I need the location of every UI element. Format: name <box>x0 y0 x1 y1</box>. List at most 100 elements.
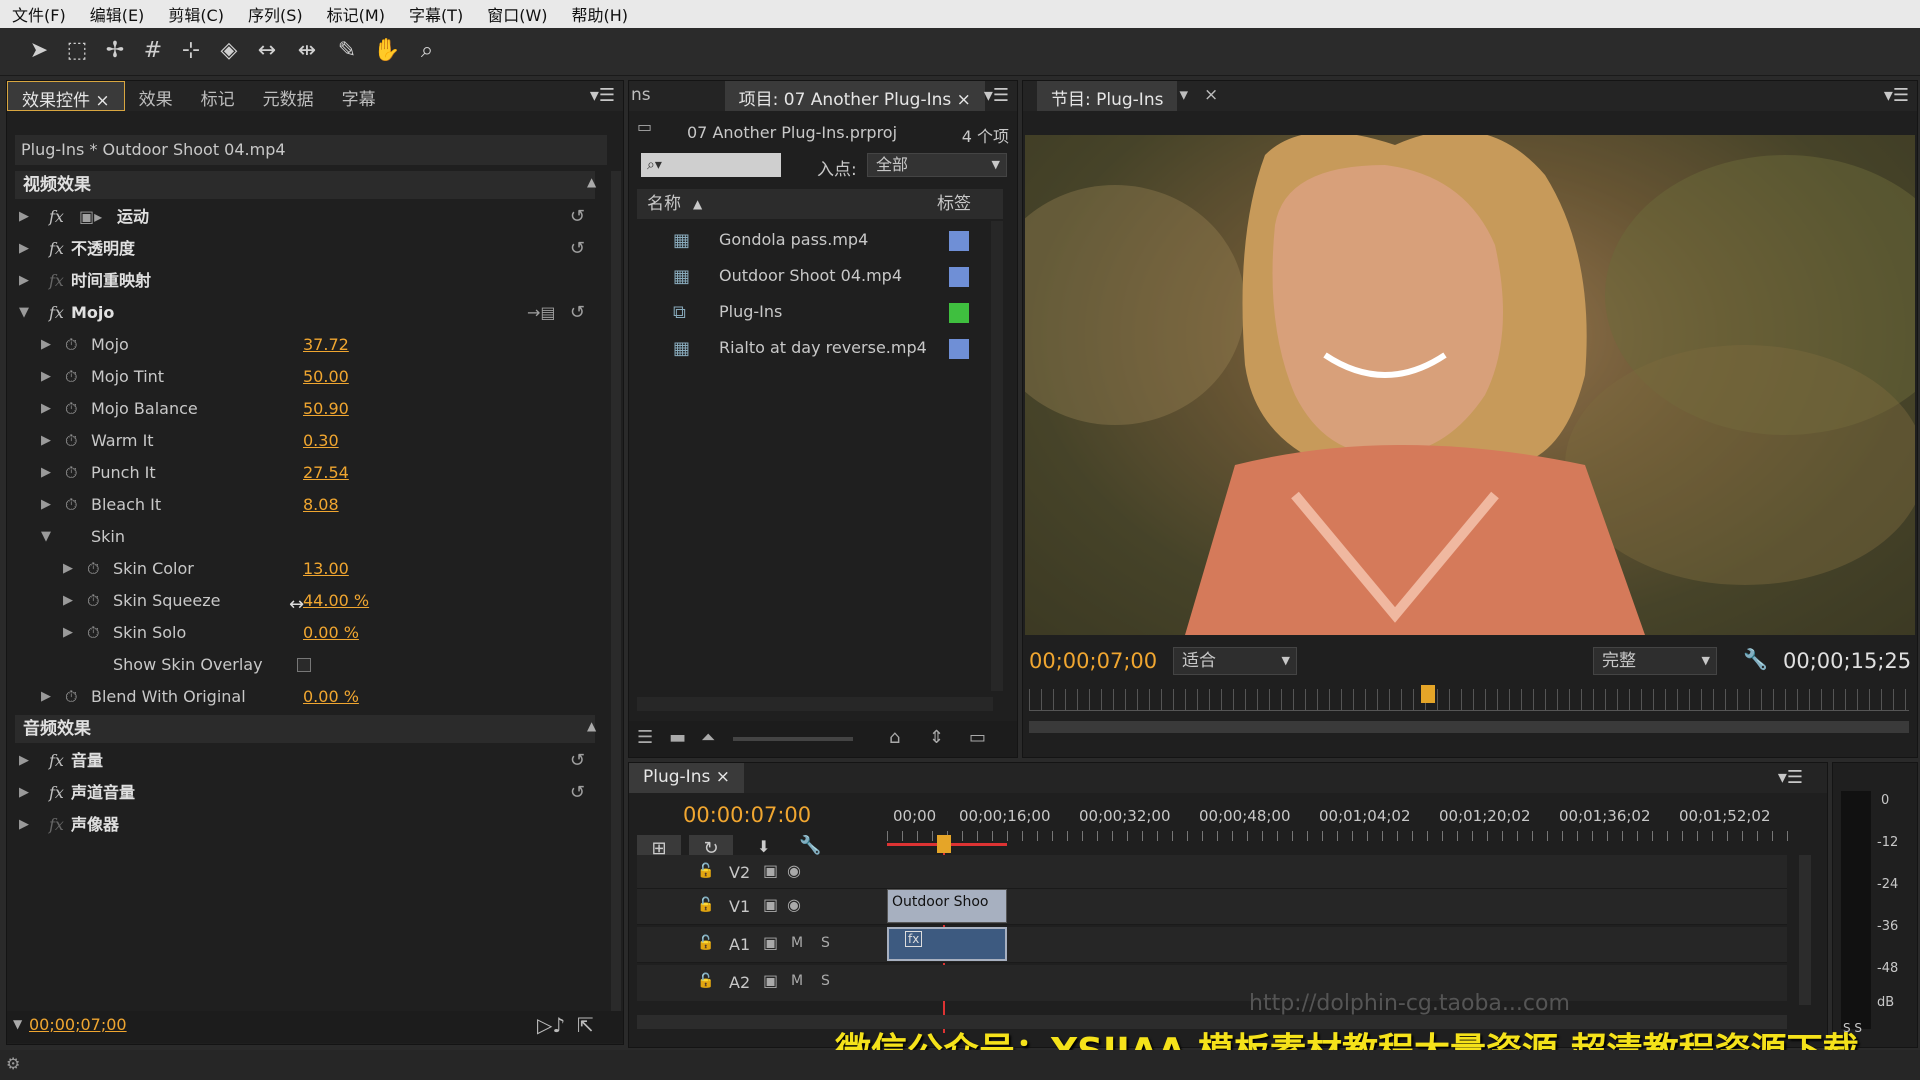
panel-menu-icon[interactable]: ▾☰ <box>984 85 1009 106</box>
chevron-down-icon[interactable]: ▾ <box>1177 81 1190 111</box>
effect-row-time-remap[interactable]: ▶ fx 时间重映射 <box>7 267 597 295</box>
param-value[interactable]: 0.30 <box>303 427 339 455</box>
expand-triangle-icon[interactable]: ▶ <box>19 779 29 807</box>
param-value[interactable]: 44.00 % <box>303 587 369 615</box>
param-row[interactable]: ▶ ⏱ Bleach It 8.08 <box>7 491 597 519</box>
param-row[interactable]: ▶ ⏱ Skin Solo 0.00 % <box>7 619 597 647</box>
list-view-icon[interactable]: ☰ <box>637 727 653 748</box>
tab-markers[interactable]: 标记 <box>187 81 249 111</box>
selection-tool-icon[interactable]: ➤ <box>24 36 54 66</box>
tab-metadata[interactable]: 元数据 <box>249 81 328 111</box>
expand-triangle-icon[interactable]: ▶ <box>41 683 51 711</box>
reset-icon[interactable]: ↺ <box>570 779 585 807</box>
fx-icon[interactable]: fx <box>49 203 64 231</box>
expand-triangle-icon[interactable]: ▶ <box>19 747 29 775</box>
pen-tool-icon[interactable]: ✎ <box>332 36 362 66</box>
track-v2[interactable]: 🔓 V2 ▣ ◉ <box>637 855 1787 889</box>
monitor-zoom-bar[interactable] <box>1029 721 1909 733</box>
program-timecode[interactable]: 00;00;07;00 <box>1029 649 1157 673</box>
timeline-timecode[interactable]: 00:00:07:00 <box>683 803 811 827</box>
ripple-edit-tool-icon[interactable]: ✢ <box>100 36 130 66</box>
solo-icon[interactable]: S <box>821 935 830 951</box>
collapse-icon[interactable]: ▲ <box>587 719 596 733</box>
horizontal-scrollbar[interactable] <box>637 697 993 711</box>
automate-icon[interactable]: ⌂ <box>889 727 900 748</box>
reset-icon[interactable]: ↺ <box>570 747 585 775</box>
expand-triangle-icon[interactable]: ▶ <box>41 395 51 423</box>
menu-help[interactable]: 帮助(H) <box>560 2 641 26</box>
collapse-icon[interactable]: ▲ <box>587 175 596 189</box>
expand-triangle-icon[interactable]: ▶ <box>41 491 51 519</box>
lock-icon[interactable]: 🔓 <box>697 863 714 879</box>
stopwatch-icon[interactable]: ⏱ <box>87 555 99 583</box>
reset-icon[interactable]: ↺ <box>570 203 585 231</box>
effect-row-volume[interactable]: ▶ fx 音量 ↺ <box>7 747 597 775</box>
param-value[interactable]: 50.00 <box>303 363 349 391</box>
lock-icon[interactable]: 🔓 <box>697 897 714 913</box>
track-a1[interactable]: 🔓 A1 ▣ M S fx <box>637 927 1787 963</box>
mute-icon[interactable]: M <box>791 935 803 951</box>
list-item[interactable]: ▦ Outdoor Shoot 04.mp4 <box>637 259 993 295</box>
razor-tool-icon[interactable]: ◈ <box>214 36 244 66</box>
tab-effects[interactable]: 效果 <box>125 81 187 111</box>
expand-triangle-icon[interactable]: ▶ <box>41 459 51 487</box>
expand-triangle-icon[interactable]: ▶ <box>63 619 73 647</box>
stopwatch-icon[interactable]: ⏱ <box>65 395 77 423</box>
expand-triangle-icon[interactable]: ▶ <box>63 555 73 583</box>
expand-triangle-icon[interactable]: ▶ <box>19 235 29 263</box>
param-value[interactable]: 27.54 <box>303 459 349 487</box>
param-row[interactable]: ▶ ⏱ Mojo 37.72 <box>7 331 597 359</box>
skin-group-row[interactable]: ▼ Skin <box>7 523 597 551</box>
reset-icon[interactable]: ↺ <box>570 299 585 327</box>
timeline-playhead[interactable] <box>937 835 951 853</box>
track-select-tool-icon[interactable]: ⬚ <box>62 36 92 66</box>
new-bin-icon[interactable]: ▭ <box>969 727 986 748</box>
audio-clip[interactable]: fx <box>887 927 1007 961</box>
footer-timecode[interactable]: 00;00;07;00 <box>29 1015 127 1034</box>
param-row[interactable]: ▶ ⏱ Mojo Tint 50.00 <box>7 363 597 391</box>
reset-icon[interactable]: ↺ <box>570 235 585 263</box>
param-value[interactable]: 50.90 <box>303 395 349 423</box>
add-marker-icon[interactable]: ⬇ <box>757 837 770 856</box>
param-row[interactable]: ▶ ⏱ Warm It 0.30 <box>7 427 597 455</box>
close-icon[interactable]: × <box>1190 81 1232 111</box>
tab-project[interactable]: 项目: 07 Another Plug-Ins × <box>724 81 985 111</box>
effect-row-opacity[interactable]: ▶ fx 不透明度 ↺ <box>7 235 597 263</box>
video-clip[interactable]: Outdoor Shoo <box>887 889 1007 923</box>
rate-stretch-tool-icon[interactable]: ⊹ <box>176 36 206 66</box>
sync-lock-icon[interactable]: ▣ <box>763 971 778 990</box>
play-audio-icon[interactable]: ▷♪ <box>537 1013 565 1037</box>
sync-lock-icon[interactable]: ▣ <box>763 861 778 880</box>
param-row[interactable]: Show Skin Overlay <box>7 651 597 679</box>
stopwatch-icon[interactable]: ⏱ <box>65 491 77 519</box>
fx-icon[interactable]: fx <box>49 299 64 327</box>
scrollbar[interactable] <box>611 171 621 1011</box>
stopwatch-icon[interactable]: ⏱ <box>65 459 77 487</box>
list-item[interactable]: ▦ Gondola pass.mp4 <box>637 223 993 259</box>
solo-icon[interactable]: S <box>821 973 830 989</box>
param-row[interactable]: ▶ ⏱ Punch It 27.54 <box>7 459 597 487</box>
column-name[interactable]: 名称 <box>647 189 681 219</box>
menu-clip[interactable]: 剪辑(C) <box>156 2 236 26</box>
stopwatch-icon[interactable]: ⏱ <box>65 363 77 391</box>
param-row[interactable]: ▶ ⏱ Skin Squeeze 44.00 % ↔ <box>7 587 597 615</box>
zoom-tool-icon[interactable]: ⌕ <box>412 36 442 66</box>
effect-row-channel-volume[interactable]: ▶ fx 声道音量 ↺ <box>7 779 597 807</box>
timeline-vertical-scrollbar[interactable] <box>1799 855 1811 1005</box>
effect-row-mojo[interactable]: ▼ fx Mojo →▤ ↺ <box>7 299 597 327</box>
sync-lock-icon[interactable]: ▣ <box>763 895 778 914</box>
panel-menu-icon[interactable]: ▾☰ <box>1778 767 1803 788</box>
panel-menu-icon[interactable]: ▾☰ <box>1884 85 1909 106</box>
slide-tool-icon[interactable]: ⇹ <box>292 36 322 66</box>
tab-titles[interactable]: 字幕 <box>328 81 390 111</box>
stopwatch-icon[interactable]: ⏱ <box>65 683 77 711</box>
slip-tool-icon[interactable]: ↔ <box>252 36 282 66</box>
vertical-scrollbar[interactable] <box>991 221 1003 691</box>
expand-triangle-icon[interactable]: ▶ <box>41 363 51 391</box>
expand-triangle-icon[interactable]: ▶ <box>19 267 29 295</box>
stopwatch-icon[interactable]: ⏱ <box>87 587 99 615</box>
collapse-triangle-icon[interactable]: ▼ <box>41 523 51 551</box>
collapse-triangle-icon[interactable]: ▼ <box>19 299 29 327</box>
mask-icon[interactable]: →▤ <box>527 299 556 327</box>
zoom-select[interactable]: 适合 ▼ <box>1173 647 1297 675</box>
